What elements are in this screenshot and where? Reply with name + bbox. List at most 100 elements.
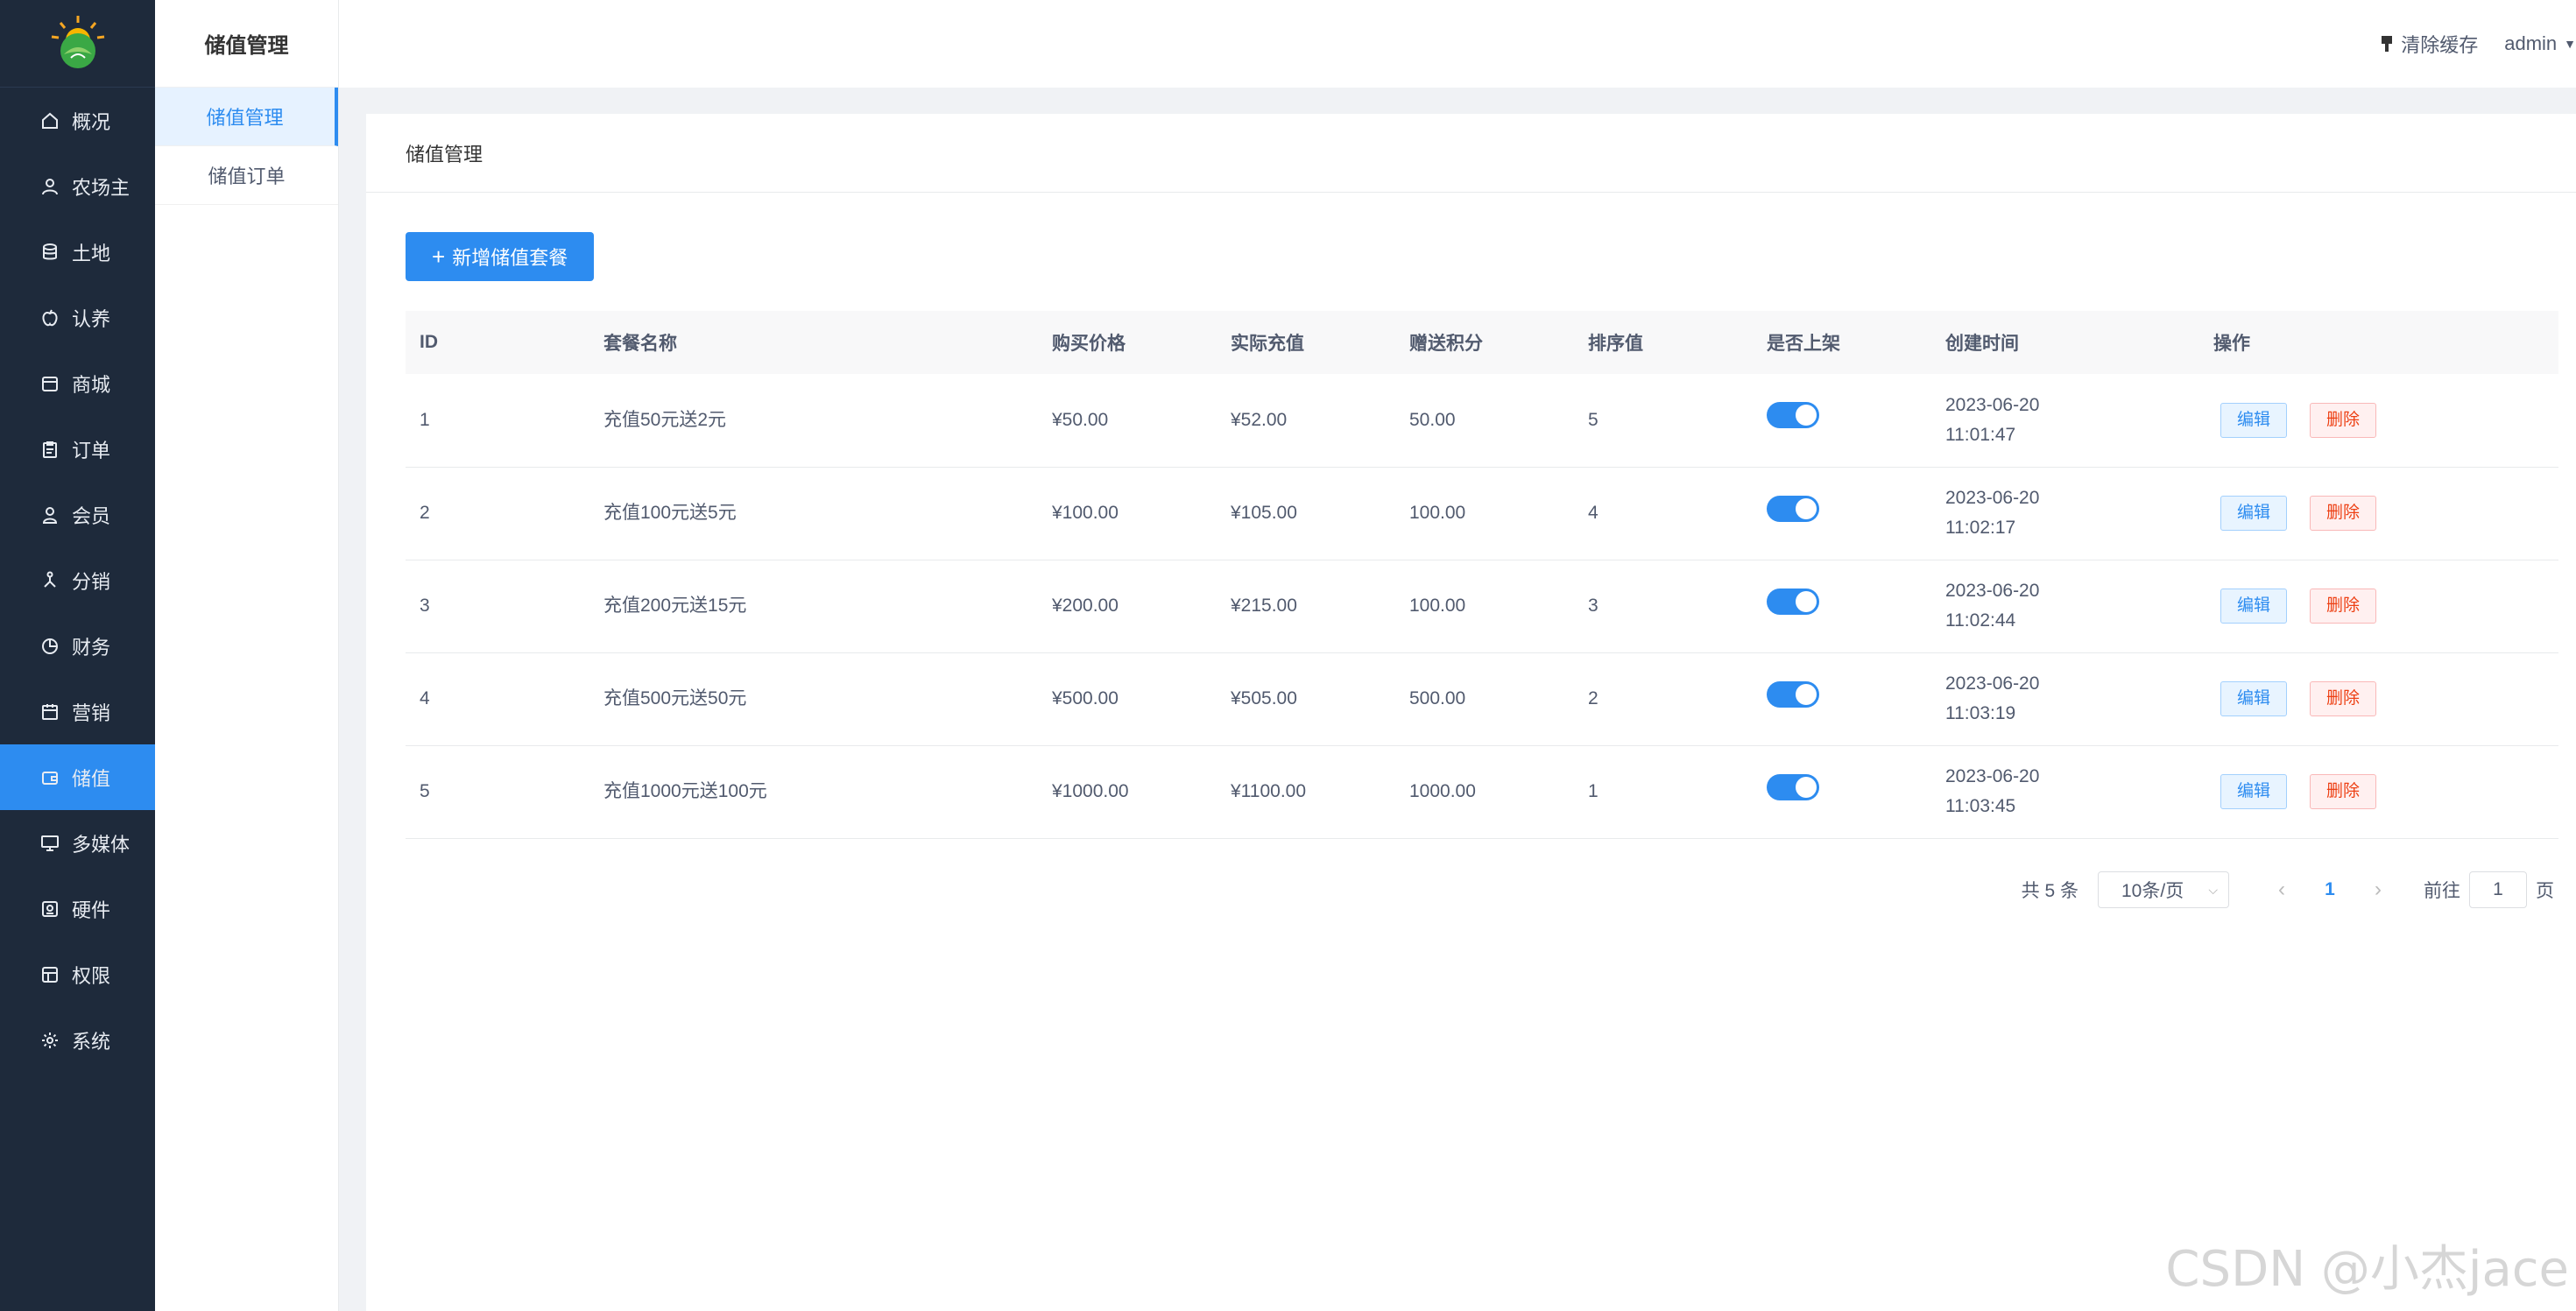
cell-created: 2023-06-20 11:03:45 (1931, 745, 2199, 839)
edit-button[interactable]: 编辑 (2220, 496, 2288, 531)
sidebar-item-1[interactable]: 农场主 (0, 153, 155, 219)
card-title: 储值管理 (366, 114, 2576, 193)
submenu-item-stored-value-orders[interactable]: 储值订单 (155, 146, 338, 205)
cell-actual: ¥52.00 (1217, 374, 1395, 468)
delete-button[interactable]: 删除 (2310, 681, 2377, 716)
gear-icon (40, 1031, 60, 1050)
sidebar-item-9[interactable]: 营销 (0, 679, 155, 744)
lock-icon (40, 965, 60, 984)
logo[interactable] (0, 0, 155, 88)
cell-price: ¥100.00 (1038, 467, 1217, 560)
sidebar-item-label: 储值 (72, 767, 111, 790)
cell-id: 2 (406, 467, 589, 560)
store-icon (40, 374, 60, 393)
created-date: 2023-06-20 (1945, 394, 2040, 415)
sidebar-item-label: 认养 (72, 307, 111, 330)
toggle-knob (1796, 683, 1817, 705)
created-time: 11:02:17 (1945, 518, 2016, 538)
sidebar-item-2[interactable]: 土地 (0, 219, 155, 285)
page-size-select[interactable]: 10条/页 ⌵ (2098, 871, 2229, 908)
on-shelf-toggle[interactable] (1767, 495, 1819, 522)
edit-button[interactable]: 编辑 (2220, 681, 2288, 716)
cell-created: 2023-06-20 11:01:47 (1931, 374, 2199, 468)
cell-sort: 4 (1574, 467, 1753, 560)
sidebar-item-label: 分销 (72, 570, 111, 593)
delete-button[interactable]: 删除 (2310, 589, 2377, 624)
sidebar-item-6[interactable]: 会员 (0, 482, 155, 547)
sidebar-item-10[interactable]: 储值 (0, 744, 155, 810)
sidebar-item-14[interactable]: 系统 (0, 1007, 155, 1073)
sidebar-item-11[interactable]: 多媒体 (0, 810, 155, 876)
cell-id: 3 (406, 560, 589, 653)
table-row: 4 充值500元送50元 ¥500.00 ¥505.00 500.00 2 2023-06-… (406, 652, 2558, 746)
cell-name: 充值500元送50元 (589, 652, 1038, 746)
sidebar-item-0[interactable]: 概况 (0, 88, 155, 153)
main-sidebar: 概况农场主土地认养商城订单会员分销财务营销储值多媒体硬件权限系统 (0, 0, 155, 1311)
sidebar-item-label: 概况 (72, 110, 111, 133)
sidebar-item-label: 多媒体 (72, 833, 131, 856)
cell-id: 5 (406, 745, 589, 839)
table-row: 2 充值100元送5元 ¥100.00 ¥105.00 100.00 4 2023-06-2… (406, 467, 2558, 560)
sidebar-item-12[interactable]: 硬件 (0, 876, 155, 941)
sidebar-item-label: 会员 (72, 504, 111, 527)
cell-actions: 编辑 删除 (2199, 652, 2558, 746)
wallet-icon (40, 768, 60, 787)
main-content-card: 储值管理 + 新增储值套餐 ID 套餐名称 购买价格 实际充值 赠送积分 排序值… (366, 114, 2576, 1311)
sidebar-item-label: 系统 (72, 1030, 111, 1053)
edit-button[interactable]: 编辑 (2220, 589, 2288, 624)
goto-page-input[interactable] (2469, 871, 2527, 908)
sidebar-item-4[interactable]: 商城 (0, 350, 155, 416)
prev-page-button[interactable]: ‹ (2255, 878, 2308, 902)
sidebar-item-3[interactable]: 认养 (0, 285, 155, 350)
page-size-value: 10条/页 (2121, 881, 2184, 901)
on-shelf-toggle[interactable] (1767, 680, 1819, 708)
delete-button[interactable]: 删除 (2310, 402, 2377, 438)
table-row: 5 充值1000元送100元 ¥1000.00 ¥1100.00 1000.00 1 202… (406, 745, 2558, 839)
submenu-item-stored-value-management[interactable]: 储值管理 (155, 88, 338, 146)
add-package-label: 新增储值套餐 (452, 247, 568, 269)
sidebar-item-7[interactable]: 分销 (0, 547, 155, 613)
packages-table: ID 套餐名称 购买价格 实际充值 赠送积分 排序值 是否上架 创建时间 操作 … (406, 311, 2558, 839)
cell-points: 50.00 (1395, 374, 1574, 468)
edit-button[interactable]: 编辑 (2220, 402, 2288, 438)
cell-price: ¥500.00 (1038, 652, 1217, 746)
apple-icon (40, 308, 60, 328)
sidebar-item-label: 硬件 (72, 899, 111, 921)
sidebar-item-label: 营销 (72, 701, 111, 724)
total-count: 共 5 条 (2021, 881, 2078, 901)
toggle-knob (1796, 497, 1817, 519)
delete-button[interactable]: 删除 (2310, 496, 2377, 531)
sidebar-item-label: 订单 (72, 439, 111, 462)
add-package-button[interactable]: + 新增储值套餐 (406, 232, 595, 281)
column-header-created: 创建时间 (1945, 334, 2019, 354)
user-menu[interactable]: admin ▼ (2504, 32, 2576, 55)
cell-actions: 编辑 删除 (2199, 467, 2558, 560)
cell-price: ¥200.00 (1038, 560, 1217, 653)
cell-points: 100.00 (1395, 560, 1574, 653)
cell-name: 充值200元送15元 (589, 560, 1038, 653)
sidebar-item-label: 土地 (72, 242, 111, 264)
on-shelf-toggle[interactable] (1767, 402, 1819, 429)
sidebar-item-13[interactable]: 权限 (0, 941, 155, 1007)
created-time: 11:03:19 (1945, 703, 2016, 723)
created-time: 11:01:47 (1945, 424, 2016, 445)
sidebar-item-5[interactable]: 订单 (0, 416, 155, 482)
cell-price: ¥50.00 (1038, 374, 1217, 468)
delete-button[interactable]: 删除 (2310, 774, 2377, 809)
on-shelf-toggle[interactable] (1767, 588, 1819, 615)
cell-created: 2023-06-20 11:02:17 (1931, 467, 2199, 560)
edit-button[interactable]: 编辑 (2220, 774, 2288, 809)
cell-actual: ¥105.00 (1217, 467, 1395, 560)
on-shelf-toggle[interactable] (1767, 773, 1819, 800)
cell-sort: 5 (1574, 374, 1753, 468)
column-header-actions: 操作 (2213, 334, 2250, 354)
clipboard-icon (40, 440, 60, 459)
cell-on-shelf (1753, 467, 1931, 560)
sidebar-item-8[interactable]: 财务 (0, 613, 155, 679)
next-page-button[interactable]: › (2352, 878, 2404, 902)
chevron-down-icon: ⌵ (2208, 882, 2218, 897)
page-number[interactable]: 1 (2308, 879, 2352, 900)
cell-on-shelf (1753, 745, 1931, 839)
clear-cache-button[interactable]: 清除缓存 (2380, 30, 2478, 58)
cell-created: 2023-06-20 11:02:44 (1931, 560, 2199, 653)
